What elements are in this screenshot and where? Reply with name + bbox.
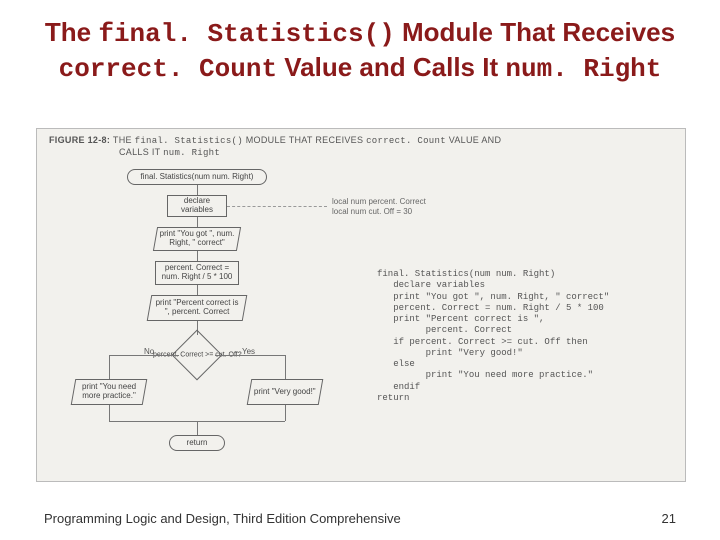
title-code2: correct. Count <box>59 54 277 84</box>
flow-declare: declare variables <box>167 195 227 217</box>
figcap-l1c: VALUE AND <box>446 135 501 145</box>
flow-print2-text: print "Percent correct is ", percent. Co… <box>153 299 241 317</box>
connector <box>109 405 110 421</box>
figcap-l2a: CALLS IT <box>119 147 163 157</box>
dash-connector <box>227 206 327 207</box>
title-part2: Module That Receives <box>395 17 675 47</box>
connector <box>285 355 286 379</box>
connector <box>197 421 198 435</box>
flow-declare-text: declare variables <box>171 197 223 215</box>
connector <box>285 405 286 421</box>
title-code3: num. Right <box>505 54 661 84</box>
flow-print-yes: print "Very good!" <box>247 379 324 405</box>
flow-calc: percent. Correct = num. Right / 5 * 100 <box>155 261 239 285</box>
connector <box>197 185 198 195</box>
figcap-m1: final. Statistics() <box>135 136 243 146</box>
title-code1: final. Statistics() <box>98 19 394 49</box>
flow-return: return <box>169 435 225 451</box>
figure-caption: FIGURE 12-8: THE final. Statistics() MOD… <box>49 135 673 160</box>
flowchart: final. Statistics(num num. Right) declar… <box>37 169 377 479</box>
title-part1: The <box>45 17 98 47</box>
connector <box>215 355 285 356</box>
flow-print2: print "Percent correct is ", percent. Co… <box>147 295 248 321</box>
flow-print-no: print "You need more practice." <box>71 379 148 405</box>
flow-start-text: final. Statistics(num num. Right) <box>141 173 254 182</box>
flow-print1-text: print "You got ", num. Right, " correct" <box>159 230 235 248</box>
connector <box>197 217 198 227</box>
connector <box>109 355 179 356</box>
flow-calc-text: percent. Correct = num. Right / 5 * 100 <box>159 264 235 282</box>
page-number: 21 <box>662 511 676 526</box>
figcap-l1b: MODULE THAT RECEIVES <box>243 135 366 145</box>
figcap-m3: num. Right <box>163 148 220 158</box>
flow-sidenote: local num percent. Correct local num cut… <box>332 197 472 216</box>
flow-print-no-text: print "You need more practice." <box>77 383 141 401</box>
figcap-m2: correct. Count <box>366 136 446 146</box>
connector <box>109 355 110 379</box>
pseudocode-block: final. Statistics(num num. Right) declar… <box>377 269 667 404</box>
connector <box>197 285 198 295</box>
title-part3: Value and Calls It <box>277 52 505 82</box>
figcap-prefix: FIGURE 12-8: <box>49 135 113 145</box>
connector <box>197 251 198 261</box>
flow-print-yes-text: print "Very good!" <box>254 388 316 397</box>
footer: Programming Logic and Design, Third Edit… <box>44 511 676 526</box>
footer-text: Programming Logic and Design, Third Edit… <box>44 511 401 526</box>
figcap-l1a: THE <box>113 135 135 145</box>
flow-start: final. Statistics(num num. Right) <box>127 169 267 185</box>
slide-title: The final. Statistics() Module That Rece… <box>0 0 720 93</box>
figure-area: FIGURE 12-8: THE final. Statistics() MOD… <box>36 128 686 482</box>
flow-print1: print "You got ", num. Right, " correct" <box>153 227 241 251</box>
flow-return-text: return <box>187 439 208 448</box>
